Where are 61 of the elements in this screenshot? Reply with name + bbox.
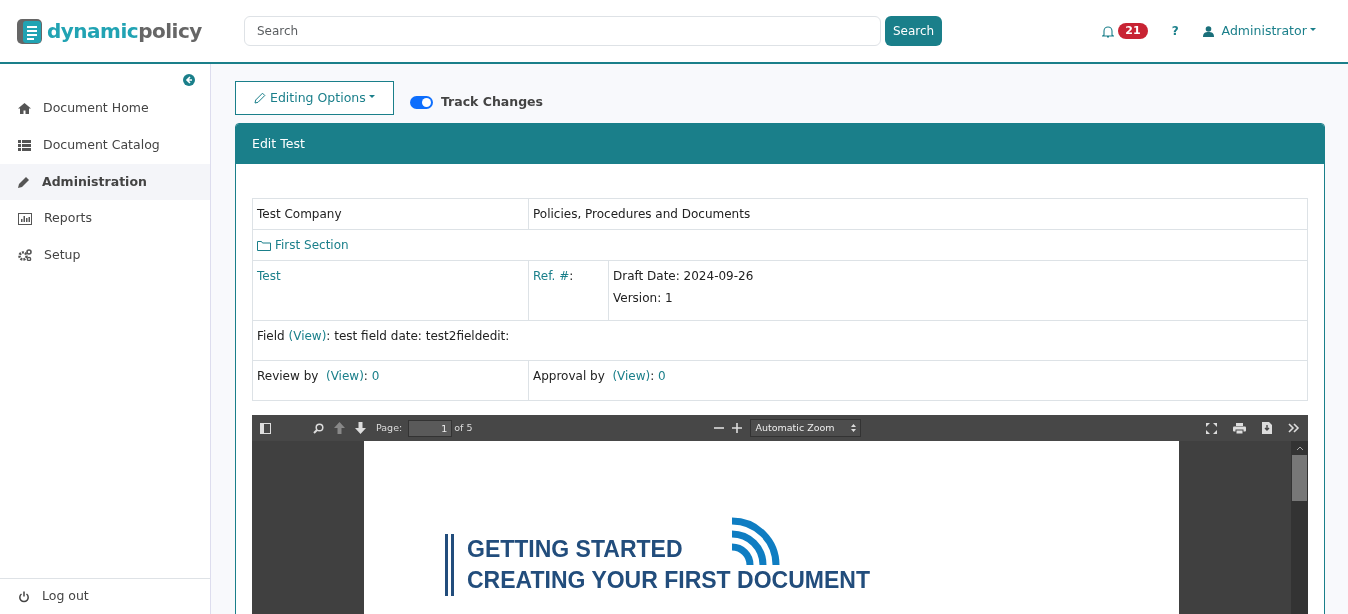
track-changes-label: Track Changes bbox=[440, 93, 544, 112]
document-heading: GETTING STARTED bbox=[467, 535, 683, 564]
count-link[interactable]: 0 bbox=[658, 369, 666, 383]
logout-item[interactable]: Log out bbox=[0, 578, 210, 614]
double-chevron-icon[interactable] bbox=[1288, 423, 1300, 433]
ref-label: Ref. #: bbox=[533, 269, 574, 283]
folder-icon bbox=[257, 239, 271, 251]
user-icon bbox=[1202, 25, 1214, 37]
sidebar-item[interactable]: Administration bbox=[0, 163, 210, 201]
down-arrow-icon[interactable] bbox=[355, 422, 366, 434]
search-button[interactable]: Search bbox=[885, 16, 943, 46]
print-icon[interactable] bbox=[1233, 422, 1246, 434]
sidebar-item[interactable]: Document Home bbox=[0, 90, 210, 127]
field-text: Field (View): test field date: test2fieldedit: bbox=[257, 329, 510, 343]
view-link[interactable]: (View) bbox=[326, 369, 364, 383]
section-link[interactable]: First Section bbox=[275, 236, 349, 254]
sidebar-item[interactable]: Document Catalog bbox=[0, 126, 210, 164]
view-link[interactable]: (View) bbox=[612, 369, 651, 383]
sidebar-toggle-icon[interactable] bbox=[260, 422, 271, 434]
version: Version: 1 bbox=[613, 290, 674, 307]
zoom-in-icon[interactable] bbox=[732, 423, 743, 433]
card-title: Edit Test bbox=[236, 124, 1324, 164]
pencil-icon bbox=[18, 175, 30, 188]
document-heading: CREATING YOUR FIRST DOCUMENT bbox=[467, 566, 870, 595]
user-menu[interactable]: Administrator bbox=[1221, 21, 1316, 41]
fullscreen-icon[interactable] bbox=[1206, 422, 1217, 434]
document-link[interactable]: Test bbox=[257, 269, 281, 283]
up-arrow-icon[interactable] bbox=[334, 422, 345, 434]
scrollbar-thumb[interactable] bbox=[1292, 455, 1307, 501]
editing-options-button[interactable]: Editing Options bbox=[235, 81, 394, 115]
document-logo-icon bbox=[16, 17, 43, 45]
home-icon bbox=[18, 102, 31, 114]
sidebar-item[interactable]: Setup bbox=[0, 237, 210, 274]
logo-text: dynamicpolicy bbox=[47, 18, 202, 45]
sign-off-text: Review by (View): 0 bbox=[257, 369, 380, 383]
sidebar-item[interactable]: Reports bbox=[0, 200, 210, 237]
track-changes-switch[interactable] bbox=[409, 96, 433, 110]
heading-bar-icon bbox=[445, 534, 455, 596]
page-count: of 5 bbox=[454, 420, 473, 435]
gears-icon bbox=[18, 249, 32, 262]
table-cell: Policies, Procedures and Documents bbox=[528, 198, 1308, 230]
zoom-select[interactable]: Automatic Zoom bbox=[750, 419, 861, 437]
select-arrow-icon bbox=[850, 424, 856, 432]
table-cell: Test Company bbox=[252, 198, 529, 230]
chart-icon bbox=[18, 212, 32, 225]
scroll-up-icon[interactable] bbox=[1295, 445, 1304, 451]
pencil-icon bbox=[254, 92, 266, 105]
bell-icon[interactable] bbox=[1102, 24, 1115, 38]
power-icon bbox=[18, 590, 30, 603]
collapse-arrow-icon[interactable] bbox=[183, 74, 195, 86]
page-label: Page: bbox=[376, 420, 403, 435]
draft-date: Draft Date: 2024-09-26 bbox=[613, 268, 755, 285]
list-icon bbox=[18, 139, 31, 151]
search-field[interactable]: Search bbox=[244, 16, 881, 46]
sign-off-text: Approval by (View): 0 bbox=[533, 369, 666, 383]
count-link[interactable]: 0 bbox=[371, 369, 380, 383]
search-icon[interactable] bbox=[313, 422, 324, 434]
download-icon[interactable] bbox=[1262, 422, 1272, 434]
page-number-field[interactable]: 1 bbox=[408, 419, 453, 437]
help-link[interactable]: ? bbox=[1171, 22, 1179, 40]
notification-count: 21 bbox=[1118, 23, 1148, 39]
